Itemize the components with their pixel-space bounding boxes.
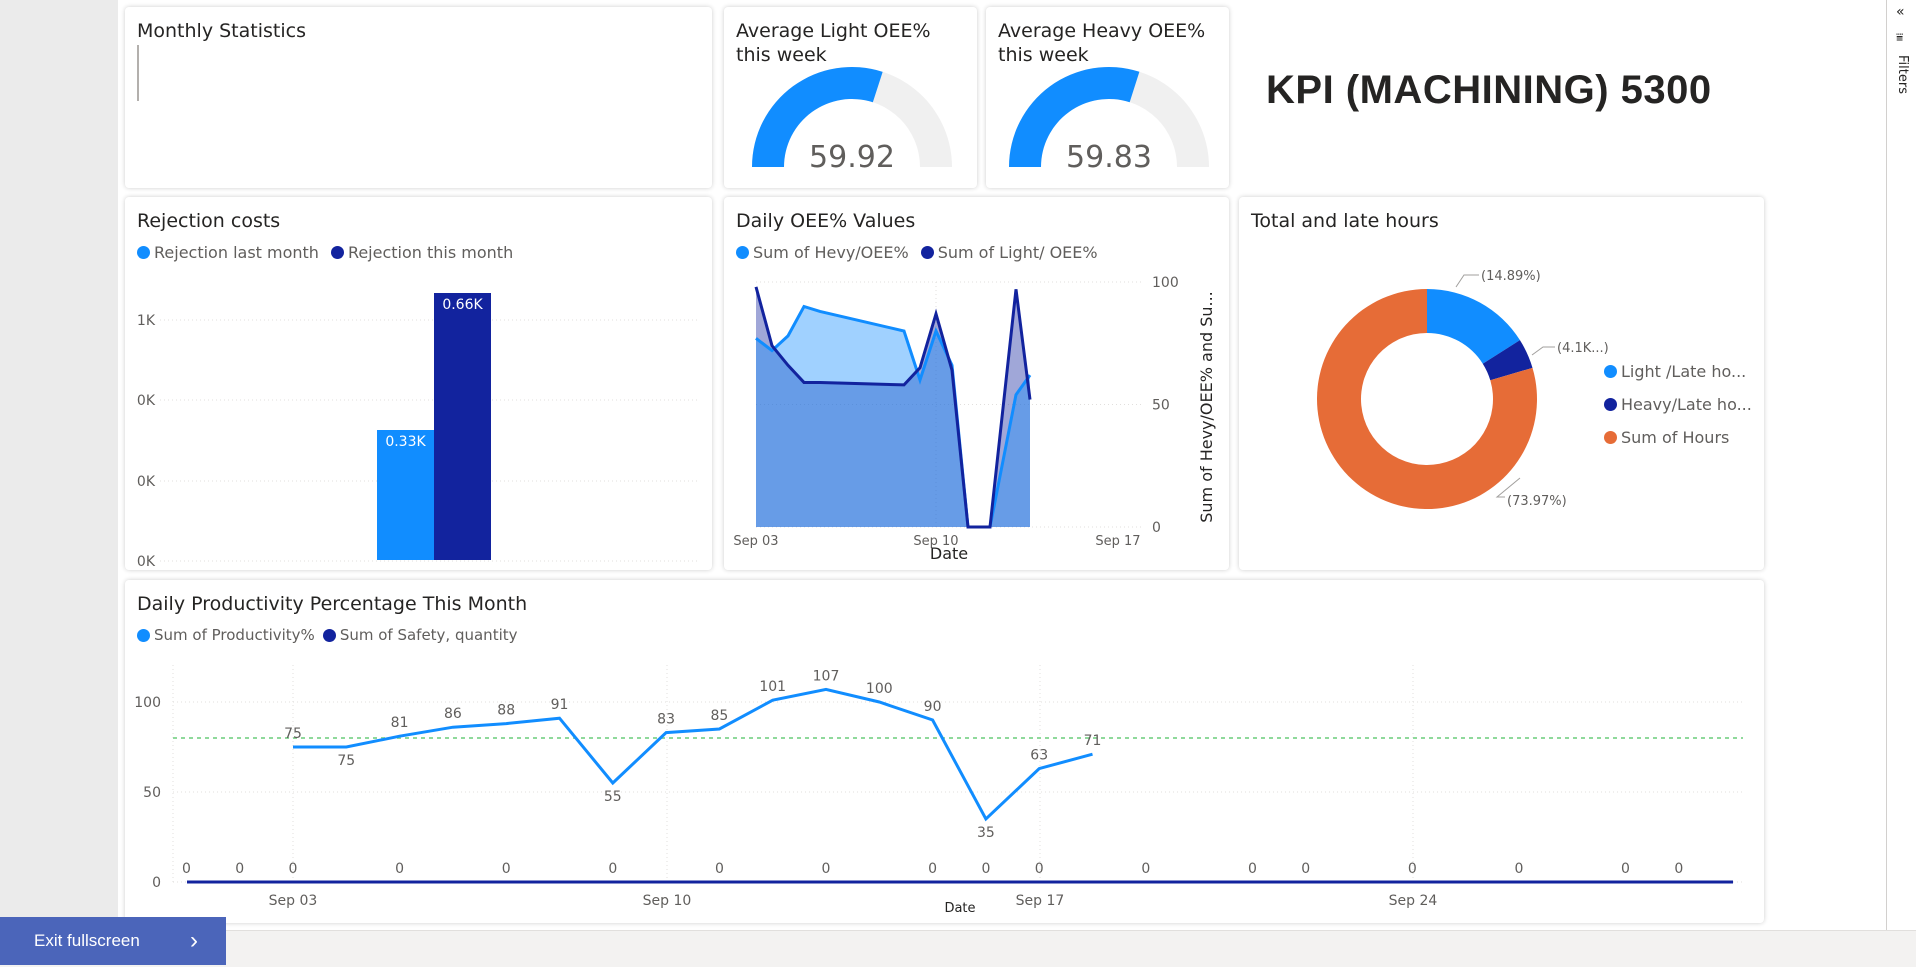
data-label-productivity: 55 — [604, 789, 622, 805]
data-label-safety: 0 — [822, 861, 831, 877]
rejection-costs-card: Rejection costs Rejection last month Rej… — [125, 197, 712, 570]
gauge-light-card: Average Light OEE% this week 59.92 — [724, 7, 977, 188]
data-label-productivity: 100 — [866, 681, 893, 697]
data-label-productivity: 107 — [813, 668, 840, 684]
y-tick-label: 100 — [1152, 275, 1179, 291]
monthly-statistics-card: Monthly Statistics — [125, 7, 712, 188]
y-tick-label: 0 — [152, 875, 161, 891]
donut-leader-line — [1455, 274, 1479, 288]
legend-label: Sum of Hours — [1621, 428, 1730, 447]
line-productivity — [293, 687, 1093, 822]
y-tick-label: 0K — [137, 474, 156, 490]
data-label-productivity: 85 — [710, 708, 728, 724]
productivity-card: Daily Productivity Percentage This Month… — [125, 580, 1764, 923]
y-tick-label: 0K — [137, 393, 156, 409]
data-label-productivity: 75 — [337, 753, 355, 769]
filters-label[interactable]: Filters — [1895, 55, 1910, 94]
gauge-heavy-card: Average Heavy OEE% this week 59.83 — [986, 7, 1229, 188]
data-label-safety: 0 — [289, 861, 298, 877]
data-label-safety: 0 — [1035, 861, 1044, 877]
legend-label: Heavy/Late ho... — [1621, 395, 1752, 414]
exit-fullscreen-button[interactable]: Exit fullscreen › — [0, 917, 226, 965]
bar-rejection-this-month — [434, 293, 491, 560]
total-late-legend: Light /Late ho... Heavy/Late ho... Sum o… — [1604, 355, 1752, 454]
legend-dot — [1604, 365, 1617, 378]
x-tick-label: Sep 03 — [733, 534, 778, 549]
gauge-heavy-chart: 59.83 — [1009, 66, 1209, 175]
x-tick-label: Sep 17 — [1016, 893, 1065, 909]
x-tick-label: Sep 03 — [269, 893, 318, 909]
gauge-heavy-value: 59.83 — [1066, 140, 1152, 175]
data-label-productivity: 90 — [924, 699, 942, 715]
y-tick-label: 50 — [143, 785, 161, 801]
x-tick-label: Sep 10 — [643, 893, 692, 909]
total-late-hours-card: Total and late hours (14.89%) (4.1K...) (7… — [1239, 197, 1764, 570]
area-hevy-oee — [756, 306, 1030, 527]
x-axis-title: Date — [944, 901, 975, 916]
data-label-safety: 0 — [715, 861, 724, 877]
y-axis-title: Sum of Hevy/OEE% and Su... — [1197, 291, 1216, 523]
data-label-productivity: 83 — [657, 712, 675, 728]
donut-data-label: (14.89%) — [1481, 269, 1541, 284]
rejection-chart: 1K 0K 0K 0K 0.33K 0.66K — [137, 293, 700, 570]
data-label-productivity: 86 — [444, 706, 462, 722]
x-axis-title: Date — [930, 544, 968, 563]
legend-dot — [1604, 431, 1617, 444]
data-label-safety: 0 — [1141, 861, 1150, 877]
data-label-safety: 0 — [608, 861, 617, 877]
kpi-title: KPI (MACHINING) 5300 — [1266, 68, 1712, 112]
y-tick-label: 100 — [134, 695, 161, 711]
daily-oee-card: Daily OEE% Values Sum of Hevy/OEE% Sum o… — [724, 197, 1229, 570]
monthly-statistics-empty-bar — [137, 45, 139, 101]
donut-data-label: (73.97%) — [1507, 494, 1567, 509]
data-label-safety: 0 — [1408, 861, 1417, 877]
legend-dot — [1604, 398, 1617, 411]
filter-icon[interactable]: ⩸ — [1896, 30, 1903, 45]
data-label-safety: 0 — [235, 861, 244, 877]
data-label-safety: 0 — [395, 861, 404, 877]
daily-oee-chart: 100500Sep 03 Sep 10 Sep 17DateSum of Hevy/… — [733, 275, 1216, 563]
filters-pane-collapsed[interactable] — [1886, 0, 1916, 930]
legend-sum-of-hours[interactable]: Sum of Hours — [1604, 421, 1752, 454]
y-tick-label: 50 — [1152, 398, 1170, 414]
productivity-chart: 100 50 0 75 75 81 86 88 91 55 83 85 101 107 100 90 35 63 7… — [134, 665, 1743, 916]
data-label-safety: 0 — [1301, 861, 1310, 877]
data-label-productivity: 81 — [391, 715, 409, 731]
data-label-safety: 0 — [1621, 861, 1630, 877]
data-label-safety: 0 — [182, 861, 191, 877]
x-tick-label: Sep 17 — [1095, 534, 1140, 549]
exit-fullscreen-label: Exit fullscreen — [34, 931, 140, 950]
data-label-productivity: 35 — [977, 825, 995, 841]
legend-light-late-hours[interactable]: Light /Late ho... — [1604, 355, 1752, 388]
y-tick-label: 0 — [1152, 520, 1161, 536]
gauge-light-value: 59.92 — [809, 140, 895, 175]
donut-leader-line — [1531, 346, 1555, 356]
data-label-productivity: 88 — [497, 703, 515, 719]
bottom-status-bar — [0, 930, 1916, 967]
gauge-light-chart: 59.92 — [752, 67, 952, 175]
data-label-safety: 0 — [1674, 861, 1683, 877]
y-tick-label: 0K — [137, 554, 156, 570]
data-label-safety: 0 — [981, 861, 990, 877]
data-label-productivity: 101 — [759, 679, 786, 695]
bar-data-label: 0.33K — [385, 434, 426, 450]
chevron-right-icon: › — [190, 927, 198, 954]
donut-data-label: (4.1K...) — [1557, 341, 1609, 356]
data-label-safety: 0 — [928, 861, 937, 877]
legend-heavy-late-hours[interactable]: Heavy/Late ho... — [1604, 388, 1752, 421]
expand-pane-icon[interactable]: « — [1896, 4, 1905, 20]
data-label-productivity: 71 — [1084, 733, 1102, 749]
data-label-safety: 0 — [502, 861, 511, 877]
y-tick-label: 1K — [137, 313, 156, 329]
legend-label: Light /Late ho... — [1621, 362, 1747, 381]
data-label-safety: 0 — [1514, 861, 1523, 877]
bar-data-label: 0.66K — [442, 297, 483, 313]
data-label-productivity: 75 — [284, 726, 302, 742]
data-label-productivity: 91 — [551, 697, 569, 713]
data-label-safety: 0 — [1248, 861, 1257, 877]
x-tick-label: Sep 24 — [1389, 893, 1438, 909]
monthly-statistics-title: Monthly Statistics — [137, 20, 306, 42]
data-label-productivity: 63 — [1030, 748, 1048, 764]
